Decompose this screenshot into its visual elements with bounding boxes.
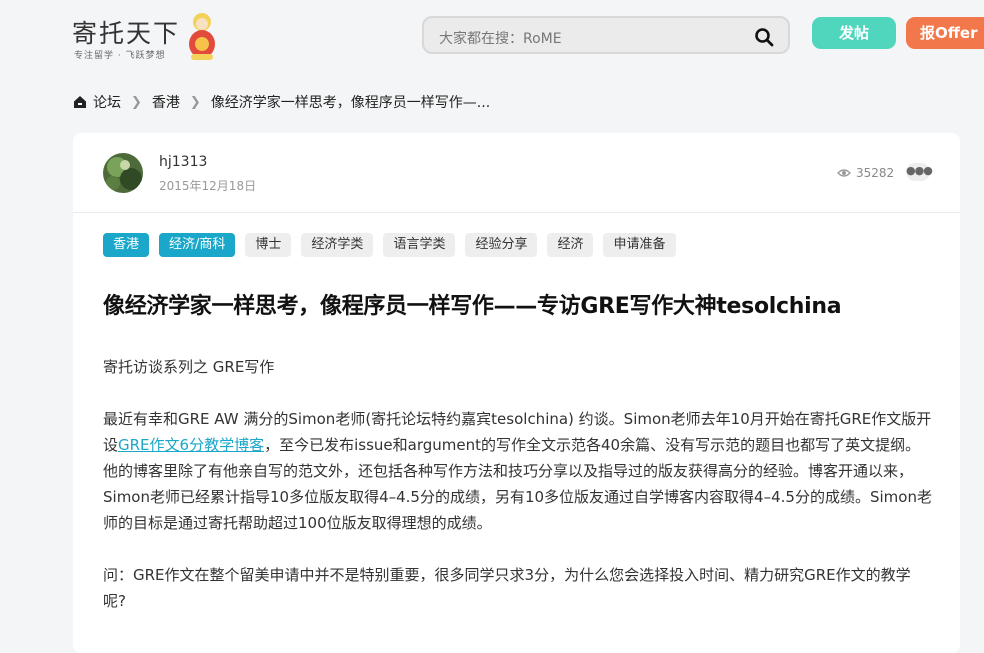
post-card: hj1313 2015年12月18日 35282 ●●● 香港 经济/商科 博士… (73, 133, 960, 653)
search-input[interactable]: 大家都在搜：RoME (422, 16, 790, 54)
tag-economics-business[interactable]: 经济/商科 (159, 233, 236, 257)
chevron-right-icon: ❯ (131, 94, 142, 110)
tag-application-prep[interactable]: 申请准备 (603, 233, 676, 257)
breadcrumb: 论坛 ❯ 香港 ❯ 像经济学家一样思考，像程序员一样写作—... (73, 92, 490, 112)
post-title: 像经济学家一样思考，像程序员一样写作——专访GRE写作大神tesolchina (103, 294, 842, 319)
search-placeholder: 大家都在搜：RoME (439, 31, 562, 47)
tag-list: 香港 经济/商科 博士 经济学类 语言学类 经验分享 经济 申请准备 (103, 233, 676, 257)
tag-experience-sharing[interactable]: 经验分享 (465, 233, 538, 257)
eye-icon (837, 169, 851, 177)
blog-link[interactable]: GRE作文6分教学博客 (118, 436, 264, 454)
chevron-right-icon: ❯ (189, 94, 201, 110)
post-date: 2015年12月18日 (159, 179, 257, 193)
tag-hongkong[interactable]: 香港 (103, 233, 150, 257)
post-content: 寄托访谈系列之 GRE写作 最近有幸和GRE AW 满分的Simon老师(寄托论… (103, 354, 933, 640)
breadcrumb-section[interactable]: 香港 (152, 92, 180, 112)
view-count-value: 35282 (856, 166, 895, 180)
paragraph: 问：GRE作文在整个留美申请中并不是特别重要，很多同学只求3分，为什么您会选择投… (103, 566, 911, 610)
mascot-icon (189, 13, 215, 60)
breadcrumb-forum[interactable]: 论坛 (93, 92, 121, 112)
logo-text: 寄托天下 (72, 19, 181, 48)
search-icon[interactable] (754, 27, 774, 47)
paragraph: 最近有幸和GRE AW 满分的Simon老师(寄托论坛特约嘉宾tesolchin… (103, 406, 933, 536)
breadcrumb-current: 像经济学家一样思考，像程序员一样写作—... (210, 95, 491, 111)
paragraph: 寄托访谈系列之 GRE写作 (103, 358, 275, 376)
tag-phd[interactable]: 博士 (245, 233, 292, 257)
view-count: 35282 (837, 166, 894, 180)
more-options-icon[interactable]: ●●● (906, 163, 933, 181)
divider (73, 212, 960, 213)
home-icon[interactable] (73, 95, 87, 109)
tag-economics-class[interactable]: 经济学类 (301, 233, 374, 257)
post-button[interactable]: 发帖 (812, 17, 896, 49)
report-offer-button[interactable]: 报Offer (906, 17, 984, 49)
tag-linguistics-class[interactable]: 语言学类 (383, 233, 456, 257)
avatar[interactable] (103, 153, 143, 193)
site-header: 寄托天下 专注留学 · 飞跃梦想 大家都在搜：RoME 发帖 报Offer (0, 0, 984, 76)
logo-subtitle: 专注留学 · 飞跃梦想 (74, 51, 166, 61)
tag-economics[interactable]: 经济 (547, 233, 594, 257)
author-name[interactable]: hj1313 (159, 154, 207, 170)
site-logo[interactable]: 寄托天下 专注留学 · 飞跃梦想 (72, 12, 220, 66)
